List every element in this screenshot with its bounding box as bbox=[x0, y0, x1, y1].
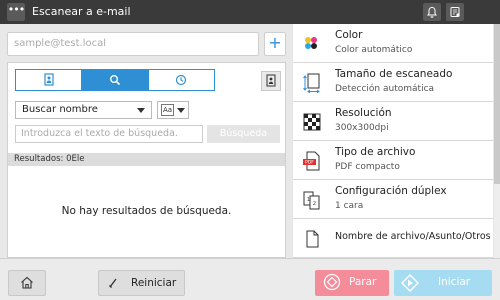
scan-size-icon bbox=[302, 73, 322, 94]
home-icon bbox=[20, 274, 34, 293]
svg-text:2: 2 bbox=[313, 201, 316, 207]
home-button[interactable] bbox=[8, 270, 46, 296]
stop-button[interactable]: Parar bbox=[315, 270, 389, 296]
bottom-bar: Reiniciar Parar Iniciar bbox=[0, 258, 500, 300]
setting-name: Nombre de archivo/Asunto/Otros bbox=[335, 231, 491, 242]
add-destination-button[interactable]: + bbox=[264, 32, 286, 56]
search-button[interactable]: Búsqueda bbox=[207, 125, 280, 143]
stop-icon bbox=[323, 273, 341, 294]
settings-list: Color Color automático Tamaño de escanea… bbox=[293, 24, 493, 258]
reset-icon bbox=[107, 277, 119, 292]
pdf-badge: PDF bbox=[305, 160, 314, 166]
search-icon bbox=[109, 71, 121, 90]
address-card-icon bbox=[265, 72, 277, 91]
setting-duplex[interactable]: 12 Configuración dúplex 1 cara bbox=[293, 180, 493, 219]
start-icon bbox=[400, 273, 420, 296]
results-count: Resultados: 0Ele bbox=[8, 153, 285, 166]
top-bar: ••• Escanear a e-mail bbox=[0, 0, 500, 24]
setting-value: Color automático bbox=[335, 45, 413, 55]
setting-file-type[interactable]: PDF Tipo de archivo PDF compacto bbox=[293, 141, 493, 180]
email-field[interactable]: sample@test.local bbox=[7, 32, 259, 56]
empty-results-message: No hay resultados de búsqueda. bbox=[61, 205, 232, 217]
setting-value: 1 cara bbox=[335, 201, 364, 211]
svg-text:1: 1 bbox=[307, 197, 310, 203]
chevron-down-icon bbox=[177, 108, 185, 113]
address-book-icon bbox=[43, 71, 55, 90]
color-icon bbox=[302, 34, 322, 54]
chevron-down-icon bbox=[137, 108, 145, 113]
start-button[interactable]: Iniciar bbox=[394, 270, 492, 296]
scrollbar-thumb[interactable] bbox=[494, 24, 500, 184]
setting-value: Detección automática bbox=[335, 84, 435, 94]
setting-color[interactable]: Color Color automático bbox=[293, 24, 493, 63]
tab-history[interactable] bbox=[148, 70, 214, 90]
duplex-icon: 12 bbox=[302, 190, 322, 210]
case-sensitivity-select[interactable]: Aa bbox=[157, 101, 189, 119]
search-type-value: Buscar nombre bbox=[22, 104, 98, 115]
setting-name: Tamaño de escaneado bbox=[335, 68, 453, 80]
bell-icon[interactable] bbox=[423, 3, 441, 21]
stop-label: Parar bbox=[349, 276, 377, 288]
resolution-icon bbox=[302, 112, 322, 132]
case-icon: Aa bbox=[161, 104, 174, 116]
menu-button[interactable]: ••• bbox=[7, 3, 25, 21]
tab-search[interactable] bbox=[82, 70, 149, 90]
setting-value: PDF compacto bbox=[335, 162, 400, 172]
destination-panel: sample@test.local + Buscar nombre Aa Int… bbox=[0, 24, 292, 258]
setting-name: Tipo de archivo bbox=[335, 146, 416, 158]
reset-label: Reiniciar bbox=[131, 277, 177, 289]
tab-address-book[interactable] bbox=[16, 70, 83, 90]
setting-filename[interactable]: Nombre de archivo/Asunto/Otros bbox=[293, 219, 493, 258]
settings-scrollbar[interactable] bbox=[494, 24, 500, 258]
clock-icon bbox=[175, 71, 187, 90]
reset-button[interactable]: Reiniciar bbox=[98, 270, 185, 296]
start-label: Iniciar bbox=[438, 276, 471, 288]
search-panel: Buscar nombre Aa Introduzca el texto de … bbox=[7, 62, 286, 258]
setting-name: Color bbox=[335, 29, 363, 41]
file-type-icon: PDF bbox=[302, 151, 322, 171]
device-status-icon[interactable] bbox=[446, 3, 464, 21]
search-input[interactable]: Introduzca el texto de búsqueda. bbox=[15, 125, 203, 143]
page-title: Escanear a e-mail bbox=[32, 5, 131, 18]
search-tabs bbox=[15, 69, 215, 91]
setting-name: Configuración dúplex bbox=[335, 185, 447, 197]
address-detail-button[interactable] bbox=[261, 71, 281, 91]
setting-resolution[interactable]: Resolución 300x300dpi bbox=[293, 102, 493, 141]
search-type-select[interactable]: Buscar nombre bbox=[15, 101, 152, 119]
setting-name: Resolución bbox=[335, 107, 392, 119]
setting-value: 300x300dpi bbox=[335, 123, 389, 133]
document-icon bbox=[302, 229, 322, 249]
setting-scan-size[interactable]: Tamaño de escaneado Detección automática bbox=[293, 63, 493, 102]
